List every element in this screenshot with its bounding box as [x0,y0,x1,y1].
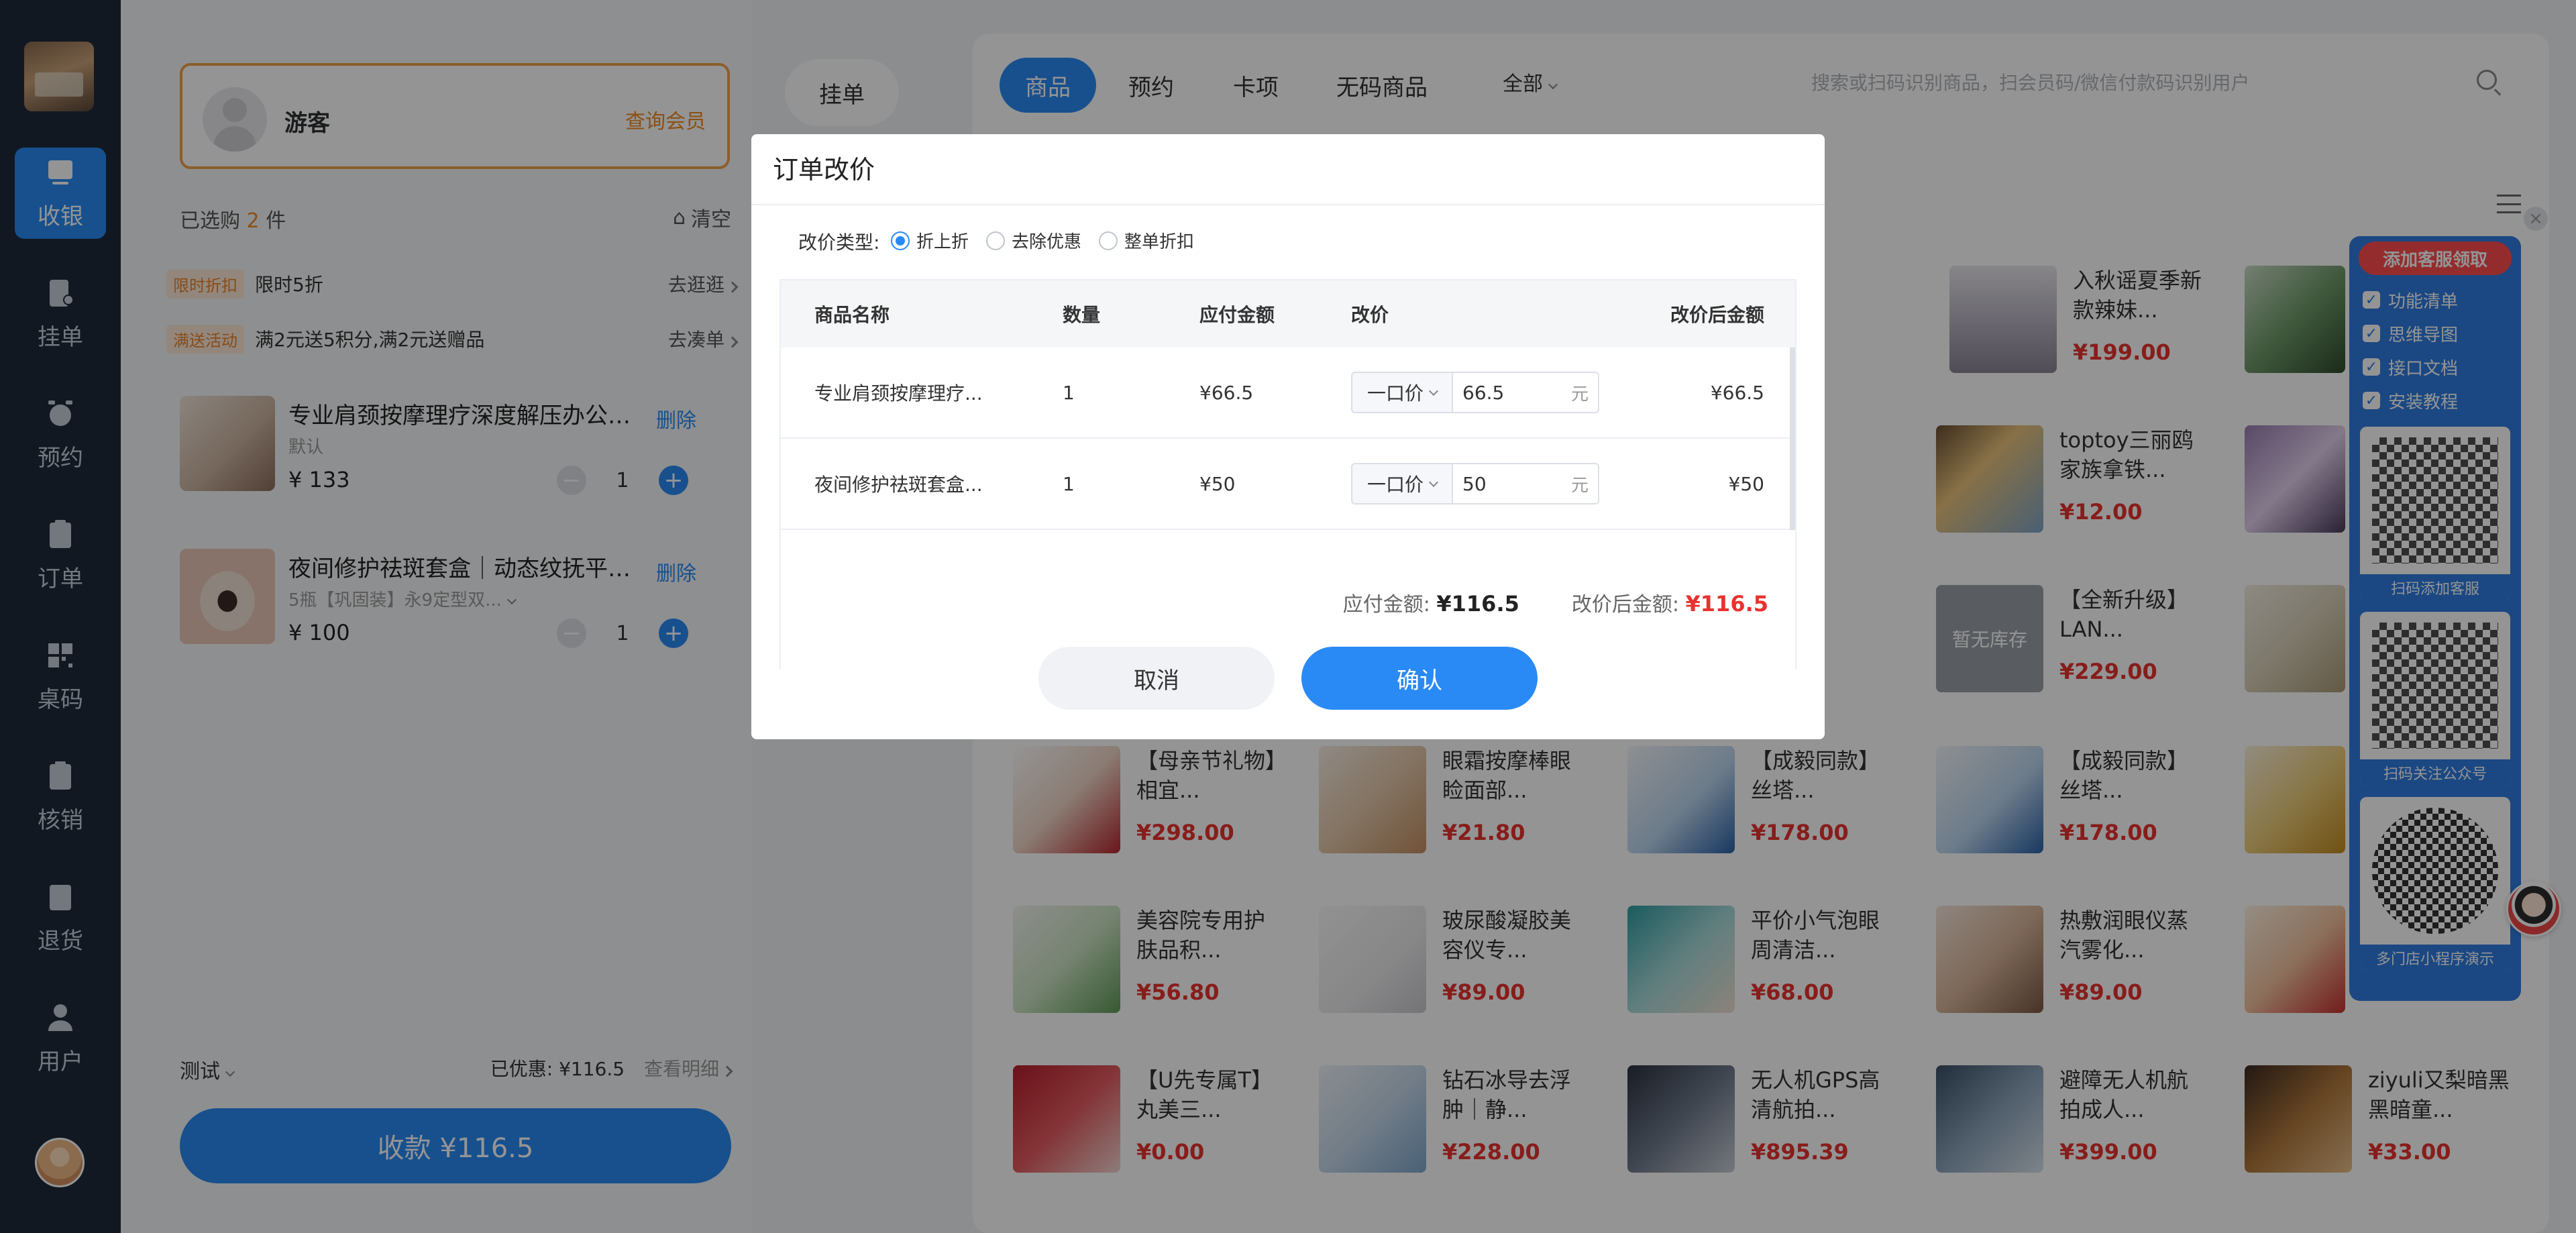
price-mode-select[interactable]: 一口价 [1351,463,1453,504]
radio-remove-discount[interactable]: 去除优惠 [986,228,1081,253]
confirm-button[interactable]: 确认 [1301,647,1538,710]
table-header: 商品名称 数量 应付金额 改价 改价后金额 [781,280,1795,347]
price-mode-select[interactable]: 一口价 [1351,372,1453,413]
price-type-label: 改价类型: [798,231,880,254]
dialog-title: 订单改价 [773,155,875,184]
radio-whole-order-discount[interactable]: 整单折扣 [1099,228,1194,253]
price-totals: 应付金额: ¥116.5 改价后金额: ¥116.5 [1342,591,1768,616]
radio-discount-on-discount[interactable]: 折上折 [891,228,969,253]
table-row: 夜间修护祛斑套盒... 1 ¥50 一口价 50 元 ¥50 [781,439,1795,530]
price-type-radio-group: 折上折 去除优惠 整单折扣 [891,228,1194,253]
table-row: 专业肩颈按摩理疗... 1 ¥66.5 一口价 66.5 元 ¥66.5 [781,347,1795,439]
price-input[interactable]: 50 元 [1453,463,1599,504]
table-scrollbar[interactable] [1790,347,1795,530]
cancel-button[interactable]: 取消 [1038,647,1275,710]
divider [751,204,1825,205]
order-price-change-dialog: 订单改价 改价类型: 折上折 去除优惠 整单折扣 商品名称 数量 应付金额 改价… [751,134,1825,739]
price-input[interactable]: 66.5 元 [1453,372,1599,413]
